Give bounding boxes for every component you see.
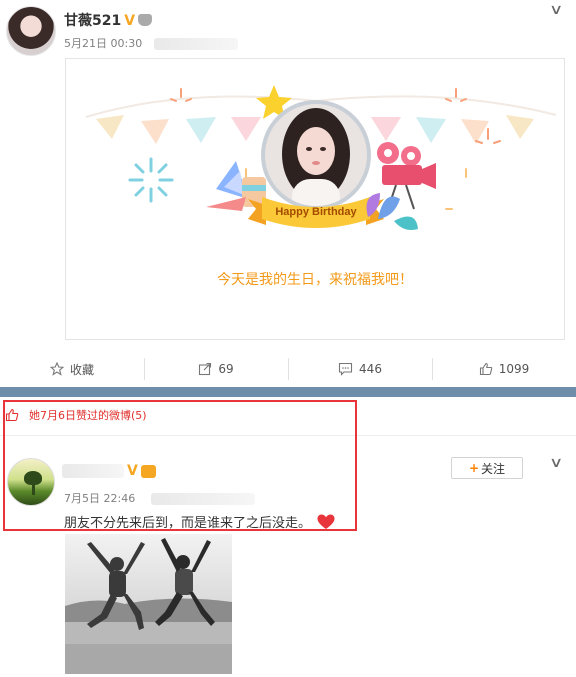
favorite-label: 收藏 xyxy=(69,362,94,377)
vip-level-icon xyxy=(140,464,156,478)
post-photo[interactable] xyxy=(65,534,232,674)
post-meta: 5月21日 00:30 xyxy=(64,35,238,51)
username-row: V xyxy=(62,463,156,479)
star-icon xyxy=(49,362,64,376)
like-icon xyxy=(479,362,492,376)
member-crown-icon xyxy=(138,14,153,26)
like-count: 1099 xyxy=(498,362,530,376)
username[interactable]: 甘薇521 xyxy=(64,13,121,29)
comment-button[interactable]: 446 xyxy=(288,352,432,386)
birthday-card[interactable]: Happy Birthday 今天是我的生日，来祝福我吧！ xyxy=(65,58,565,340)
blurred-source xyxy=(150,493,255,505)
post-meta: 7月5日 22:46 xyxy=(64,490,255,506)
favorite-button[interactable]: 收藏 xyxy=(0,352,144,386)
follow-button[interactable]: + 关注 xyxy=(451,457,523,479)
share-icon xyxy=(199,362,212,376)
avatar[interactable] xyxy=(7,458,55,506)
verified-badge-icon: V xyxy=(127,463,138,479)
liked-header-label: 她7月6日赞过的微博(5) xyxy=(29,409,147,422)
post-text: 朋友不分先来后到，而是谁来了之后没走。 xyxy=(64,516,312,531)
blurred-source xyxy=(153,38,238,50)
like-button[interactable]: 1099 xyxy=(432,352,576,386)
plus-icon: + xyxy=(468,461,480,475)
avatar[interactable] xyxy=(6,6,56,56)
birthday-illustration: Happy Birthday xyxy=(85,85,557,230)
heart-icon xyxy=(317,514,335,529)
liked-header[interactable]: 她7月6日赞过的微博(5) xyxy=(5,407,147,423)
follow-label: 关注 xyxy=(481,461,506,476)
liked-posts-section: 她7月6日赞过的微博(5) V 7月5日 22:46 朋友不分先来后到，而是谁来… xyxy=(0,397,576,677)
username-row: 甘薇521 V xyxy=(64,10,153,30)
post-timestamp[interactable]: 7月5日 22:46 xyxy=(64,492,135,505)
tree-trunk xyxy=(32,483,35,495)
post-birthday: 甘薇521 V 5月21日 00:30 ∨ Happy Birthday 今天是… xyxy=(0,0,576,390)
post-content: 朋友不分先来后到，而是谁来了之后没走。 xyxy=(64,512,335,531)
section-divider xyxy=(0,387,576,397)
share-button[interactable]: 69 xyxy=(144,352,288,386)
comment-count: 446 xyxy=(359,362,382,376)
share-count: 69 xyxy=(218,362,234,376)
birthday-greeting: 今天是我的生日，来祝福我吧！ xyxy=(217,272,413,288)
like-icon xyxy=(5,408,19,422)
banner-text: Happy Birthday xyxy=(275,206,357,218)
blurred-username[interactable] xyxy=(62,464,124,478)
verified-badge-icon: V xyxy=(124,13,136,29)
comment-icon xyxy=(338,362,353,376)
chevron-down-icon[interactable]: ∨ xyxy=(549,455,563,471)
jumping-friends-photo xyxy=(65,534,232,674)
post-action-bar: 收藏 69 446 1099 xyxy=(0,352,576,386)
divider xyxy=(0,435,576,436)
chevron-down-icon[interactable]: ∨ xyxy=(549,2,563,18)
post-timestamp[interactable]: 5月21日 00:30 xyxy=(64,37,142,50)
